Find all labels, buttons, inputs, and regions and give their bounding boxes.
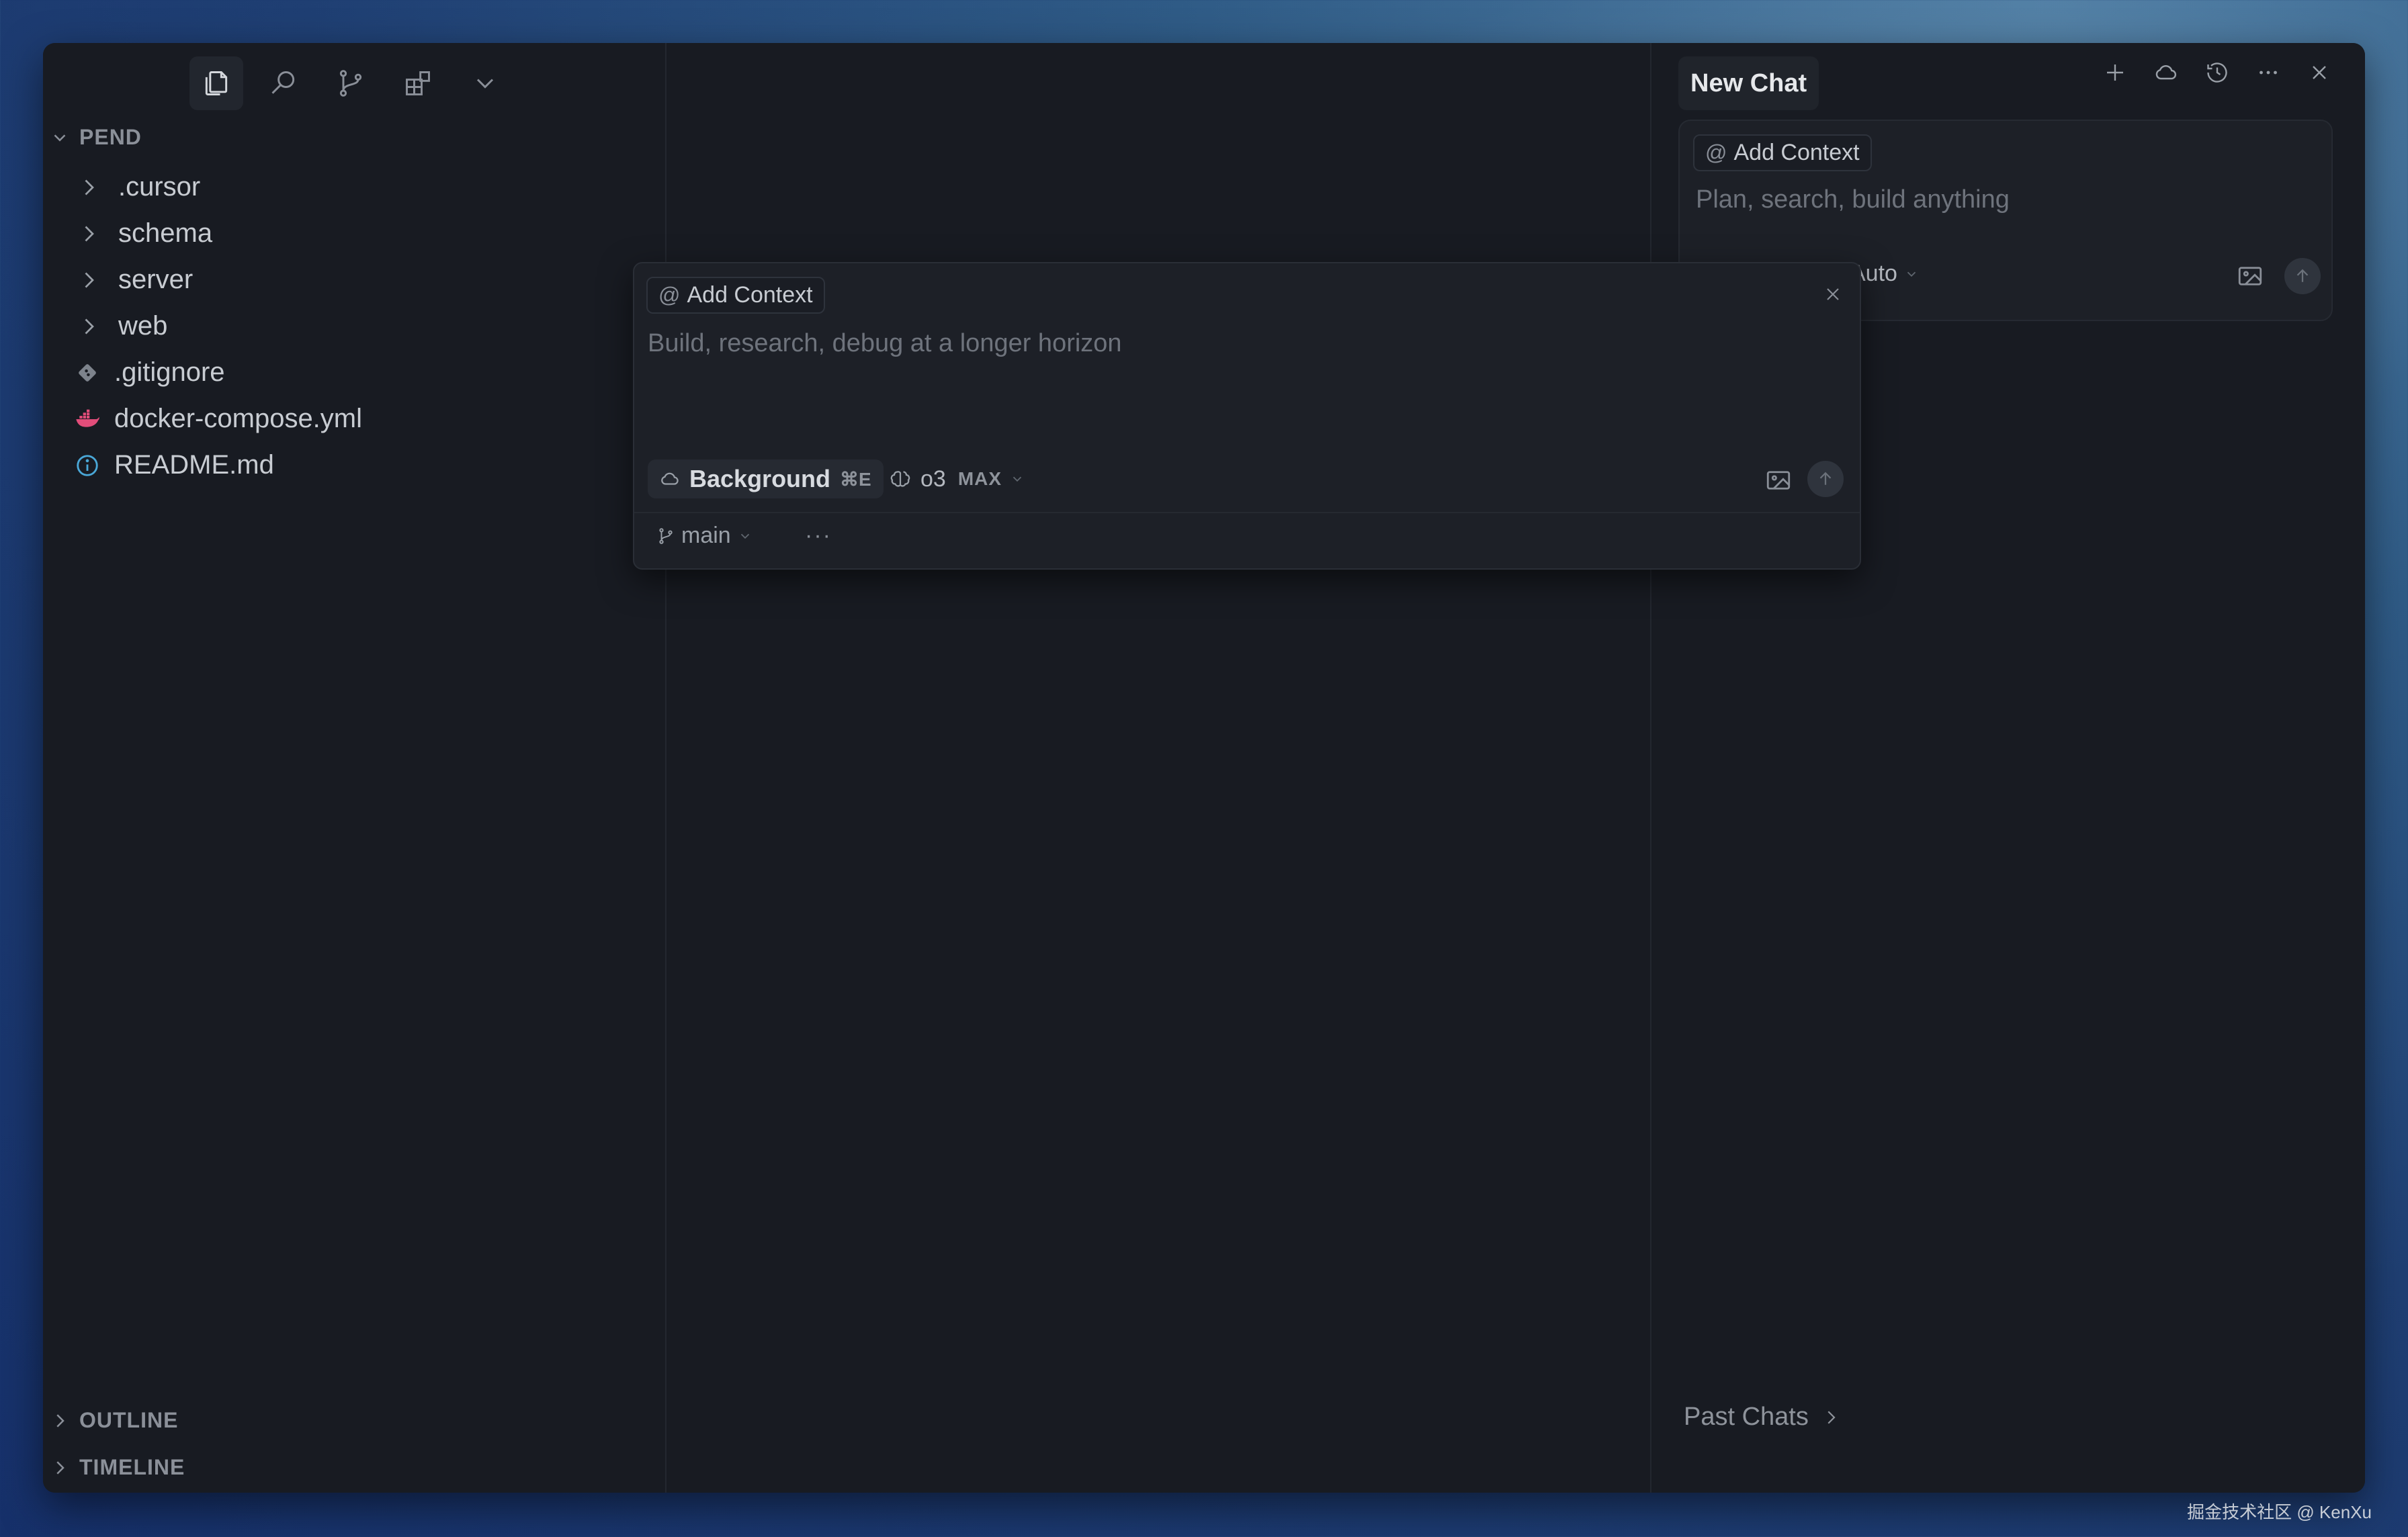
explorer-sidebar: PEND .cursor schema server web .gitignor… (43, 43, 666, 1493)
cloud-icon (661, 472, 679, 485)
arrow-up-icon (2296, 269, 2309, 282)
timeline-label: TIMELINE (79, 1455, 185, 1479)
close-icon[interactable] (1822, 283, 1844, 308)
chevron-right-icon (77, 268, 101, 292)
source-control-icon (339, 70, 362, 97)
tree-item-cursor[interactable]: .cursor (43, 164, 665, 210)
more-views-button[interactable] (458, 56, 512, 110)
background-toggle[interactable]: Background ⌘E (648, 459, 884, 498)
chevron-right-icon (1828, 1410, 1836, 1424)
tree-item-schema[interactable]: schema (43, 210, 665, 257)
add-context-label: Add Context (687, 282, 813, 308)
tree-item-label: schema (118, 218, 213, 248)
chevron-right-icon (77, 314, 101, 339)
info-icon (73, 451, 102, 480)
background-shortcut: ⌘E (840, 468, 871, 490)
project-section-header[interactable]: PEND (50, 125, 142, 150)
popup-prompt-input[interactable]: Build, research, debug at a longer horiz… (648, 329, 1122, 358)
search-button[interactable] (257, 56, 310, 110)
tree-item-label: server (118, 265, 194, 294)
plus-icon[interactable] (2103, 60, 2127, 85)
close-icon[interactable] (2307, 60, 2331, 85)
chat-actions (2103, 60, 2331, 85)
brain-icon (890, 471, 910, 487)
outline-section-header[interactable]: OUTLINE (50, 1408, 178, 1433)
editor-area (666, 43, 1651, 1493)
chevron-down-icon (1907, 271, 1916, 277)
chevron-right-icon (77, 175, 101, 200)
tree-item-label: README.md (114, 450, 274, 480)
max-badge: MAX (957, 468, 1002, 489)
add-context-button[interactable]: @ Add Context (646, 277, 825, 314)
outline-label: OUTLINE (79, 1408, 179, 1432)
at-icon: @ (1705, 140, 1727, 165)
past-chats-label: Past Chats (1684, 1403, 1809, 1431)
more-options-button[interactable]: ··· (805, 523, 832, 549)
tree-item-label: .gitignore (114, 357, 225, 387)
background-agent-popup: @ Add Context Build, research, debug at … (633, 262, 1861, 570)
watermark: 掘金技术社区 @ KenXu (2187, 1502, 2372, 1522)
search-icon (271, 71, 295, 94)
divider (634, 512, 1860, 513)
chevron-right-icon (56, 1460, 64, 1475)
files-icon (205, 71, 228, 95)
tree-item-label: web (118, 311, 168, 341)
git-icon (73, 358, 102, 388)
tree-item-readme[interactable]: README.md (43, 442, 665, 488)
chevron-right-icon (77, 222, 101, 246)
past-chats-link[interactable]: Past Chats (1684, 1403, 1841, 1432)
chat-tab-title[interactable]: New Chat (1678, 56, 1819, 110)
model-name: o3 (920, 466, 946, 492)
at-icon: @ (658, 283, 681, 307)
add-context-label: Add Context (1733, 140, 1860, 165)
tree-item-web[interactable]: web (43, 303, 665, 349)
add-context-button[interactable]: @ Add Context (1693, 134, 1872, 171)
docker-icon (73, 404, 102, 434)
project-name: PEND (79, 125, 142, 149)
chevron-down-icon (1013, 476, 1022, 482)
tree-item-gitignore[interactable]: .gitignore (43, 349, 665, 396)
source-control-button[interactable] (324, 56, 378, 110)
image-icon[interactable] (1764, 466, 1793, 494)
activity-bar (189, 56, 512, 110)
extensions-button[interactable] (391, 56, 445, 110)
file-tree: .cursor schema server web .gitignore doc… (43, 164, 665, 488)
more-icon[interactable] (2256, 60, 2280, 85)
chat-prompt-input[interactable]: Plan, search, build anything (1696, 185, 2010, 214)
timeline-section-header[interactable]: TIMELINE (50, 1455, 185, 1480)
tree-item-docker-compose[interactable]: docker-compose.yml (43, 396, 665, 442)
chevron-right-icon (56, 1413, 64, 1428)
branch-selector[interactable]: main (657, 523, 752, 549)
image-icon[interactable] (2236, 262, 2264, 290)
chevron-down-icon (54, 134, 66, 142)
model-selector[interactable]: o3 MAX (888, 459, 1025, 498)
send-button[interactable] (2284, 258, 2321, 294)
app-window: PEND .cursor schema server web .gitignor… (43, 43, 2365, 1493)
extensions-icon (406, 71, 430, 95)
tree-item-server[interactable]: server (43, 257, 665, 303)
history-icon[interactable] (2205, 60, 2229, 85)
tree-item-label: .cursor (118, 172, 201, 202)
arrow-up-icon (1819, 472, 1832, 485)
tree-item-label: docker-compose.yml (114, 404, 363, 433)
chevron-down-icon (476, 79, 494, 89)
chevron-down-icon (740, 533, 749, 539)
branch-icon (659, 527, 673, 544)
chat-panel: New Chat @ Add Context Plan, search, bui… (1651, 43, 2365, 1493)
background-label: Background (689, 465, 831, 492)
branch-label: main (681, 523, 731, 548)
explorer-button[interactable] (189, 56, 243, 110)
send-button[interactable] (1807, 461, 1844, 497)
cloud-icon[interactable] (2154, 60, 2178, 85)
